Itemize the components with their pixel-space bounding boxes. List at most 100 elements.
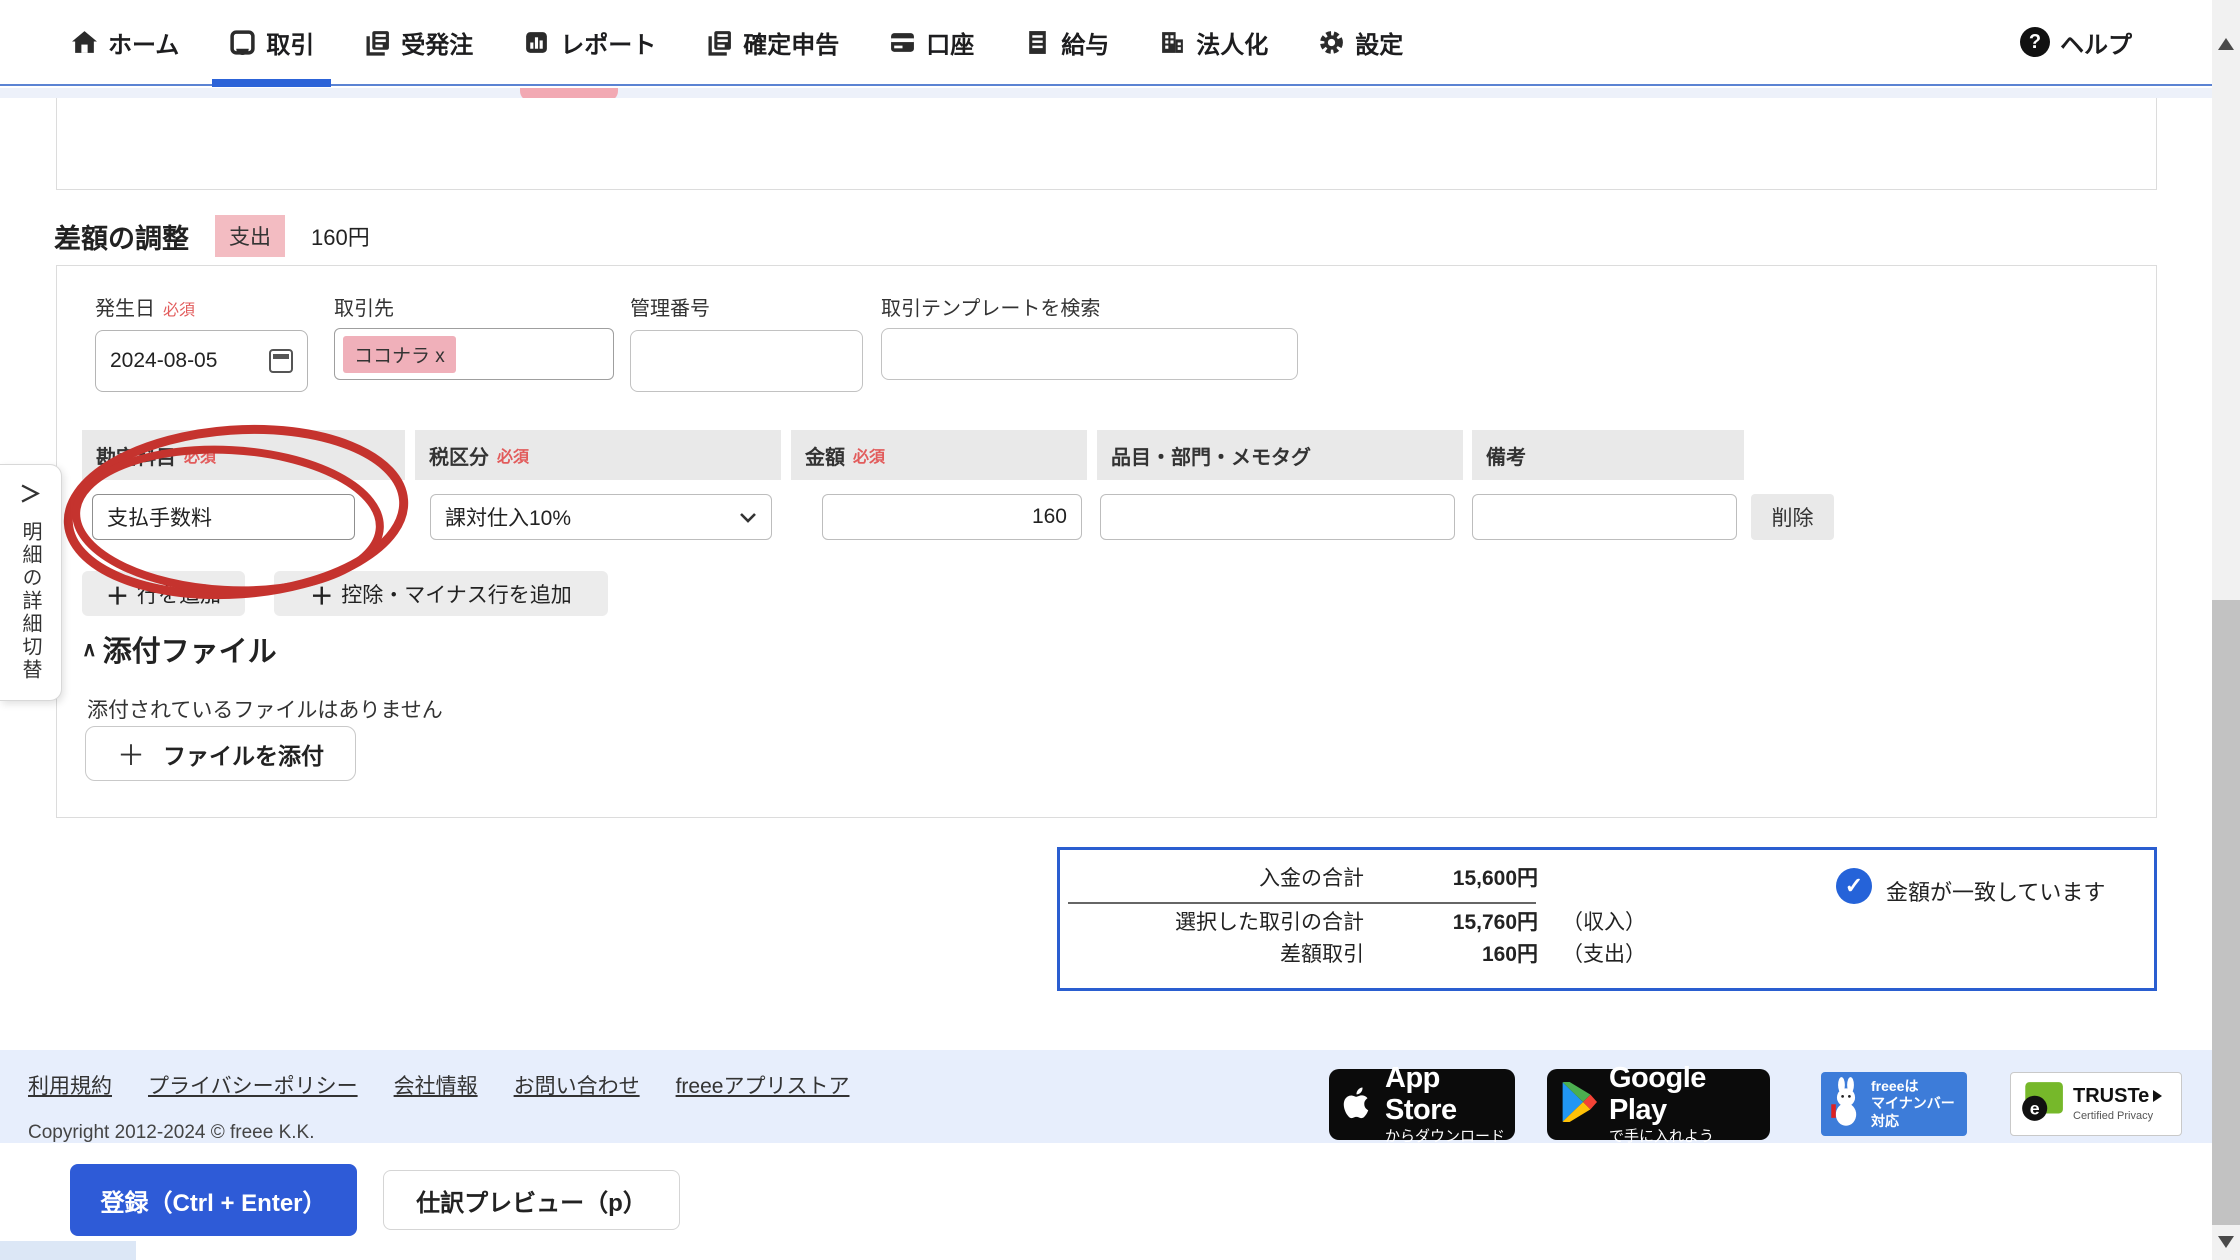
tax-return-icon: [706, 29, 733, 56]
vertical-scrollbar[interactable]: [2212, 0, 2240, 1260]
attachments-section-toggle[interactable]: ∧ 添付ファイル: [82, 628, 277, 670]
nav-tab-accounts[interactable]: 口座: [864, 0, 999, 85]
column-header-item: 品目・部門・メモタグ: [1097, 430, 1463, 480]
summary-divider: [1068, 902, 1536, 904]
svg-text:e: e: [2030, 1098, 2040, 1118]
nav-tab-home[interactable]: ホーム: [46, 0, 204, 85]
nav-tab-label: 設定: [1355, 31, 1404, 59]
item-tags-input[interactable]: [1100, 494, 1455, 540]
google-play-text: Google Play で手に入れよう: [1609, 1062, 1715, 1146]
orders-icon: [364, 29, 391, 56]
delete-row-button[interactable]: 削除: [1751, 494, 1834, 540]
nav-divider-strip: [0, 88, 2240, 98]
difference-amount: 160円: [311, 225, 370, 250]
date-input[interactable]: 2024-08-05: [95, 330, 308, 392]
scroll-down-arrow-icon[interactable]: [2218, 1236, 2234, 1248]
help-button[interactable]: ? ヘルプ: [2020, 25, 2132, 60]
mynumber-badge[interactable]: freeeは マイナンバー 対応: [1821, 1072, 1967, 1136]
summary-row: 選択した取引の合計 15,760円 （収入）: [1076, 908, 1736, 938]
truste-logo-icon: e: [2019, 1079, 2065, 1130]
nav-tab-reports[interactable]: レポート: [498, 0, 681, 85]
detail-toggle-label: 明細の詳細切替: [19, 521, 41, 682]
nav-tab-label: 口座: [926, 31, 975, 59]
incorporation-icon: [1159, 29, 1186, 56]
settings-icon: [1318, 29, 1345, 56]
nav-tab-orders[interactable]: 受発注: [339, 0, 498, 85]
adjustment-form-panel: 発生日 必須 2024-08-05 取引先 ココナラ x 管理番号 取引テンプレー…: [56, 265, 2157, 818]
footer-links: 利用規約 プライバシーポリシー 会社情報 お問い合わせ freeeアプリストア: [28, 1070, 849, 1100]
required-badge: 必須: [184, 449, 217, 466]
nav-tab-tax-return[interactable]: 確定申告: [681, 0, 864, 85]
summary-label: 差額取引: [1280, 943, 1364, 966]
amounts-match-status: 金額が一致しています: [1886, 880, 2106, 905]
apple-icon: [1343, 1084, 1373, 1125]
amount-value: 160: [1031, 505, 1067, 528]
date-value: 2024-08-05: [110, 349, 218, 372]
nav-tab-label: ホーム: [108, 31, 180, 59]
summary-suffix: （支出）: [1562, 943, 1646, 966]
template-search-input[interactable]: [881, 328, 1298, 380]
nav-tab-payroll[interactable]: 給与: [999, 0, 1134, 85]
summary-row: 差額取引 160円 （支出）: [1076, 940, 1736, 970]
add-deduction-row-label: 控除・マイナス行を追加: [341, 583, 572, 607]
partner-tag[interactable]: ココナラ x: [343, 335, 456, 373]
control-number-input[interactable]: [630, 330, 863, 392]
nav-tab-incorporation[interactable]: 法人化: [1134, 0, 1293, 85]
google-play-icon: [1561, 1080, 1597, 1127]
scrollbar-thumb[interactable]: [2212, 600, 2240, 1225]
summary-value: 160円: [1481, 943, 1538, 966]
account-input[interactable]: 支払手数料: [92, 494, 355, 540]
footer-link-terms[interactable]: 利用規約: [28, 1070, 112, 1100]
add-deduction-row-button[interactable]: ＋ 控除・マイナス行を追加: [274, 571, 608, 616]
plus-icon: ＋: [310, 582, 334, 609]
column-header-amount: 金額 必須: [791, 430, 1087, 480]
footer-link-contact[interactable]: お問い合わせ: [514, 1070, 640, 1100]
scrolled-content-box: [56, 98, 2157, 190]
date-label: 発生日 必須: [95, 298, 196, 320]
chevron-down-icon: [739, 505, 757, 529]
calendar-icon[interactable]: [269, 349, 293, 373]
tax-category-value: 課対仕入10%: [445, 507, 572, 530]
google-play-badge[interactable]: Google Play で手に入れよう: [1547, 1062, 1770, 1145]
adjustment-heading-row: 差額の調整 支出 160円: [54, 215, 370, 257]
nav-tab-label: 受発注: [401, 31, 474, 59]
nav-tab-transactions[interactable]: 取引: [204, 0, 339, 87]
register-button[interactable]: 登録（Ctrl + Enter）: [70, 1164, 357, 1236]
template-search-label: 取引テンプレートを検索: [881, 298, 1101, 320]
summary-suffix: （収入）: [1562, 911, 1646, 934]
detail-toggle-tab[interactable]: ＞ 明細の詳細切替: [0, 464, 62, 701]
partner-input[interactable]: ココナラ x: [334, 328, 614, 380]
attach-file-button[interactable]: ＋ ファイルを添付: [85, 726, 356, 781]
tax-category-select[interactable]: 課対仕入10%: [430, 494, 772, 540]
reports-icon: [523, 29, 550, 56]
amount-input[interactable]: 160: [822, 494, 1082, 540]
column-header-account: 勘定科目 必須: [82, 430, 405, 480]
truste-badge[interactable]: e TRUSTe Certified Privacy: [2010, 1072, 2182, 1136]
footer-link-appstore[interactable]: freeeアプリストア: [676, 1070, 850, 1100]
nav-tab-label: 給与: [1061, 31, 1110, 59]
add-row-label: 行を追加: [137, 583, 221, 607]
footer-link-company[interactable]: 会社情報: [394, 1070, 478, 1100]
memo-input[interactable]: [1472, 494, 1737, 540]
plus-icon: ＋: [106, 582, 129, 609]
add-row-button[interactable]: ＋ 行を追加: [82, 571, 245, 616]
column-header-memo: 備考: [1472, 430, 1744, 480]
summary-label: 入金の合計: [1259, 867, 1364, 890]
chevron-up-icon: ∧: [82, 638, 97, 661]
journal-preview-button[interactable]: 仕訳プレビュー（p）: [383, 1170, 680, 1230]
truste-text: TRUSTe Certified Privacy: [2073, 1085, 2163, 1122]
nav-tab-settings[interactable]: 設定: [1293, 0, 1428, 85]
rabbit-mascot-icon: [1829, 1076, 1863, 1133]
page-title: 差額の調整: [54, 223, 189, 254]
mynumber-text: freeeは マイナンバー 対応: [1871, 1077, 1955, 1129]
nav-tab-label: レポート: [560, 31, 657, 59]
control-number-label: 管理番号: [630, 298, 710, 320]
required-badge: 必須: [163, 302, 196, 319]
app-store-text: App Store からダウンロード: [1385, 1062, 1506, 1146]
footer-link-privacy[interactable]: プライバシーポリシー: [148, 1070, 358, 1100]
partner-label: 取引先: [334, 298, 394, 320]
summary-value: 15,600円: [1452, 867, 1538, 890]
app-store-badge[interactable]: App Store からダウンロード: [1329, 1062, 1515, 1145]
copyright-text: Copyright 2012-2024 © freee K.K.: [28, 1122, 315, 1143]
scroll-up-arrow-icon[interactable]: [2218, 38, 2234, 50]
